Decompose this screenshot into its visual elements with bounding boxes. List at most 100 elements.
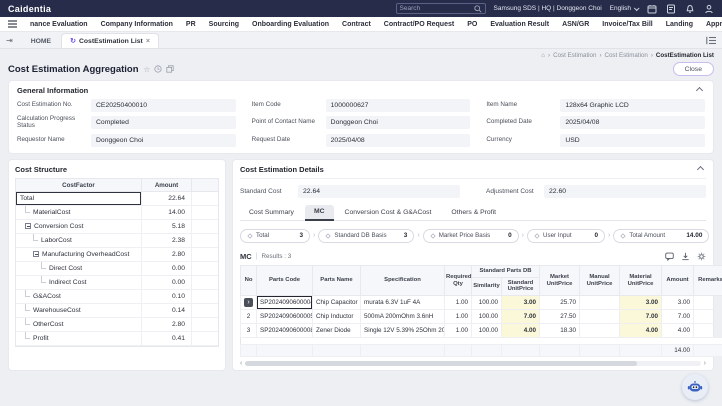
cell-parts-code[interactable]: SP2024090600008	[257, 324, 313, 338]
note-icon[interactable]	[665, 3, 676, 14]
tab-others-profit[interactable]: Others & Profit	[442, 206, 505, 220]
horizontal-scrollbar[interactable]: ‹ ›	[240, 360, 706, 366]
cell-parts-code[interactable]: SP2024090600004	[257, 296, 313, 310]
search-icon[interactable]	[474, 5, 482, 13]
tab-home[interactable]: HOME	[21, 35, 61, 48]
table-row-profit[interactable]: Profit0.41	[16, 332, 218, 346]
cell-material-unitprice[interactable]: 3.00	[620, 296, 662, 310]
collapse-chevron-icon[interactable]	[696, 87, 703, 94]
tab-conversion-cost-gacost[interactable]: Conversion Cost & G&ACost	[336, 206, 441, 220]
cell-similarity[interactable]: 100.00	[472, 310, 502, 324]
menu-item-contract[interactable]: Contract	[342, 21, 371, 28]
column-header-no[interactable]: No	[241, 265, 257, 295]
column-header-costfactor[interactable]: CostFactor	[16, 179, 142, 191]
menu-item-landing[interactable]: Landing	[666, 21, 693, 28]
column-header-similarity[interactable]: Similarity	[472, 277, 502, 296]
language-selector[interactable]: English	[610, 5, 638, 12]
table-row-total[interactable]: Total22.64	[16, 192, 218, 206]
tab-cost-estimation-list[interactable]: ↻ CostEstimation List ×	[61, 33, 159, 48]
cell-required-qty[interactable]: 1.00	[445, 310, 472, 324]
table-row-conversion-cost[interactable]: Conversion Cost5.18	[16, 220, 218, 234]
cell-amount[interactable]: 4.00	[662, 324, 694, 338]
chip-user-input[interactable]: User Input0	[527, 229, 605, 243]
table-row-warehousecost[interactable]: WarehouseCost0.14	[16, 304, 218, 318]
collapse-node-icon[interactable]	[33, 251, 39, 257]
cell-no[interactable]: 2	[241, 310, 257, 324]
cell-specification[interactable]: Single 12V 5.39% 25Ohm 200mV	[361, 324, 445, 338]
favorite-star-icon[interactable]: ☆	[144, 65, 151, 74]
cell-specification[interactable]: murata 6.3V 1uF 4A	[361, 296, 445, 310]
column-header-amount[interactable]: Amount	[662, 265, 694, 295]
table-row-materialcost[interactable]: MaterialCost14.00	[16, 206, 218, 220]
chip-total-amount[interactable]: Total Amount14.00	[613, 229, 709, 243]
scrollbar-thumb[interactable]	[245, 361, 637, 366]
menu-item-asn-gr[interactable]: ASN/GR	[562, 21, 589, 28]
menu-item-evaluation-result[interactable]: Evaluation Result	[490, 21, 549, 28]
cell-standard-unitprice[interactable]: 4.00	[502, 324, 540, 338]
user-info[interactable]: Samsung SDS | HQ | Donggeon Choi	[494, 5, 602, 12]
collapse-chevron-icon[interactable]	[697, 166, 704, 173]
column-header-parts-name[interactable]: Parts Name	[313, 265, 361, 295]
cell-remarks[interactable]	[694, 324, 722, 338]
chip-standard-db-basis[interactable]: Standard DB Basis3	[318, 229, 414, 243]
table-row-othercost[interactable]: OtherCost2.80	[16, 318, 218, 332]
cell-remarks[interactable]	[694, 296, 722, 310]
cell-market-unitprice[interactable]: 27.50	[540, 310, 580, 324]
menu-item-po[interactable]: PO	[467, 21, 477, 28]
cell-material-unitprice[interactable]: 4.00	[620, 324, 662, 338]
table-row[interactable]: 3 SP2024090600008 Zener Diode Single 12V…	[241, 324, 722, 338]
menu-item-approval[interactable]: Approval	[706, 21, 722, 28]
cell-required-qty[interactable]: 1.00	[445, 324, 472, 338]
cell-amount[interactable]: 7.00	[662, 310, 694, 324]
download-icon[interactable]	[681, 252, 690, 261]
close-button[interactable]: Close	[673, 62, 714, 76]
table-row-manufacturing-overheadcost[interactable]: Manufacturing OverheadCost2.80	[16, 248, 218, 262]
global-search[interactable]	[396, 3, 486, 14]
chatbot-fab-button[interactable]	[682, 374, 708, 400]
cell-required-qty[interactable]: 1.00	[445, 296, 472, 310]
cell-similarity[interactable]: 100.00	[472, 296, 502, 310]
cell-material-unitprice[interactable]: 7.00	[620, 310, 662, 324]
close-tab-icon[interactable]: ×	[146, 38, 150, 45]
cell-manual-unitprice[interactable]	[580, 310, 620, 324]
cell-manual-unitprice[interactable]	[580, 324, 620, 338]
calendar-icon[interactable]	[646, 3, 657, 14]
column-header-required-qty[interactable]: Required Qty	[445, 265, 472, 295]
column-header-market-unitprice[interactable]: Market UnitPrice	[540, 265, 580, 295]
column-header-parts-code[interactable]: Parts Code	[257, 265, 313, 295]
refresh-icon[interactable]: ↻	[70, 37, 76, 45]
scroll-left-icon[interactable]: ‹	[240, 360, 242, 367]
copy-icon[interactable]	[166, 65, 174, 73]
scroll-right-icon[interactable]: ›	[704, 360, 706, 367]
menu-item-contract-po-request[interactable]: Contract/PO Request	[384, 21, 454, 28]
cell-parts-name[interactable]: Chip Inductor	[313, 310, 361, 324]
table-row-direct-cost[interactable]: Direct Cost0.00	[16, 262, 218, 276]
table-row[interactable]: 2 SP2024090600005 Chip Inductor 500mA 20…	[241, 310, 722, 324]
tab-list-icon[interactable]	[706, 36, 716, 45]
table-row-ga-cost[interactable]: G&ACost0.10	[16, 290, 218, 304]
table-row[interactable]: › SP2024090600004 Chip Capacitor murata …	[241, 296, 722, 310]
cell-similarity[interactable]: 100.00	[472, 324, 502, 338]
search-input[interactable]	[400, 5, 472, 12]
pin-tabs-icon[interactable]: ⇥	[6, 36, 13, 45]
menu-item-sourcing[interactable]: Sourcing	[209, 21, 239, 28]
collapse-node-icon[interactable]	[25, 223, 31, 229]
cell-specification[interactable]: 500mA 200mOhm 3.6nH	[361, 310, 445, 324]
chip-market-price-basis[interactable]: Market Price Basis0	[423, 229, 519, 243]
cell-standard-unitprice[interactable]: 7.00	[502, 310, 540, 324]
column-header-material-unitprice[interactable]: Material UnitPrice	[620, 265, 662, 295]
home-icon[interactable]: ⌂	[541, 52, 545, 59]
user-icon[interactable]	[703, 3, 714, 14]
history-clock-icon[interactable]	[154, 65, 162, 73]
column-header-manual-unitprice[interactable]: Manual UnitPrice	[580, 265, 620, 295]
column-header-remarks[interactable]: Remarks	[694, 265, 722, 295]
hamburger-icon[interactable]	[8, 20, 17, 28]
cell-market-unitprice[interactable]: 25.70	[540, 296, 580, 310]
menu-item-company-information[interactable]: Company Information	[101, 21, 173, 28]
cell-market-unitprice[interactable]: 18.30	[540, 324, 580, 338]
breadcrumb-item[interactable]: Cost Estimation	[605, 52, 648, 59]
feedback-bubble-icon[interactable]	[665, 252, 674, 261]
table-row-laborcost[interactable]: LaborCost2.38	[16, 234, 218, 248]
table-row-indirect-cost[interactable]: Indirect Cost0.00	[16, 276, 218, 290]
cell-standard-unitprice[interactable]: 3.00	[502, 296, 540, 310]
